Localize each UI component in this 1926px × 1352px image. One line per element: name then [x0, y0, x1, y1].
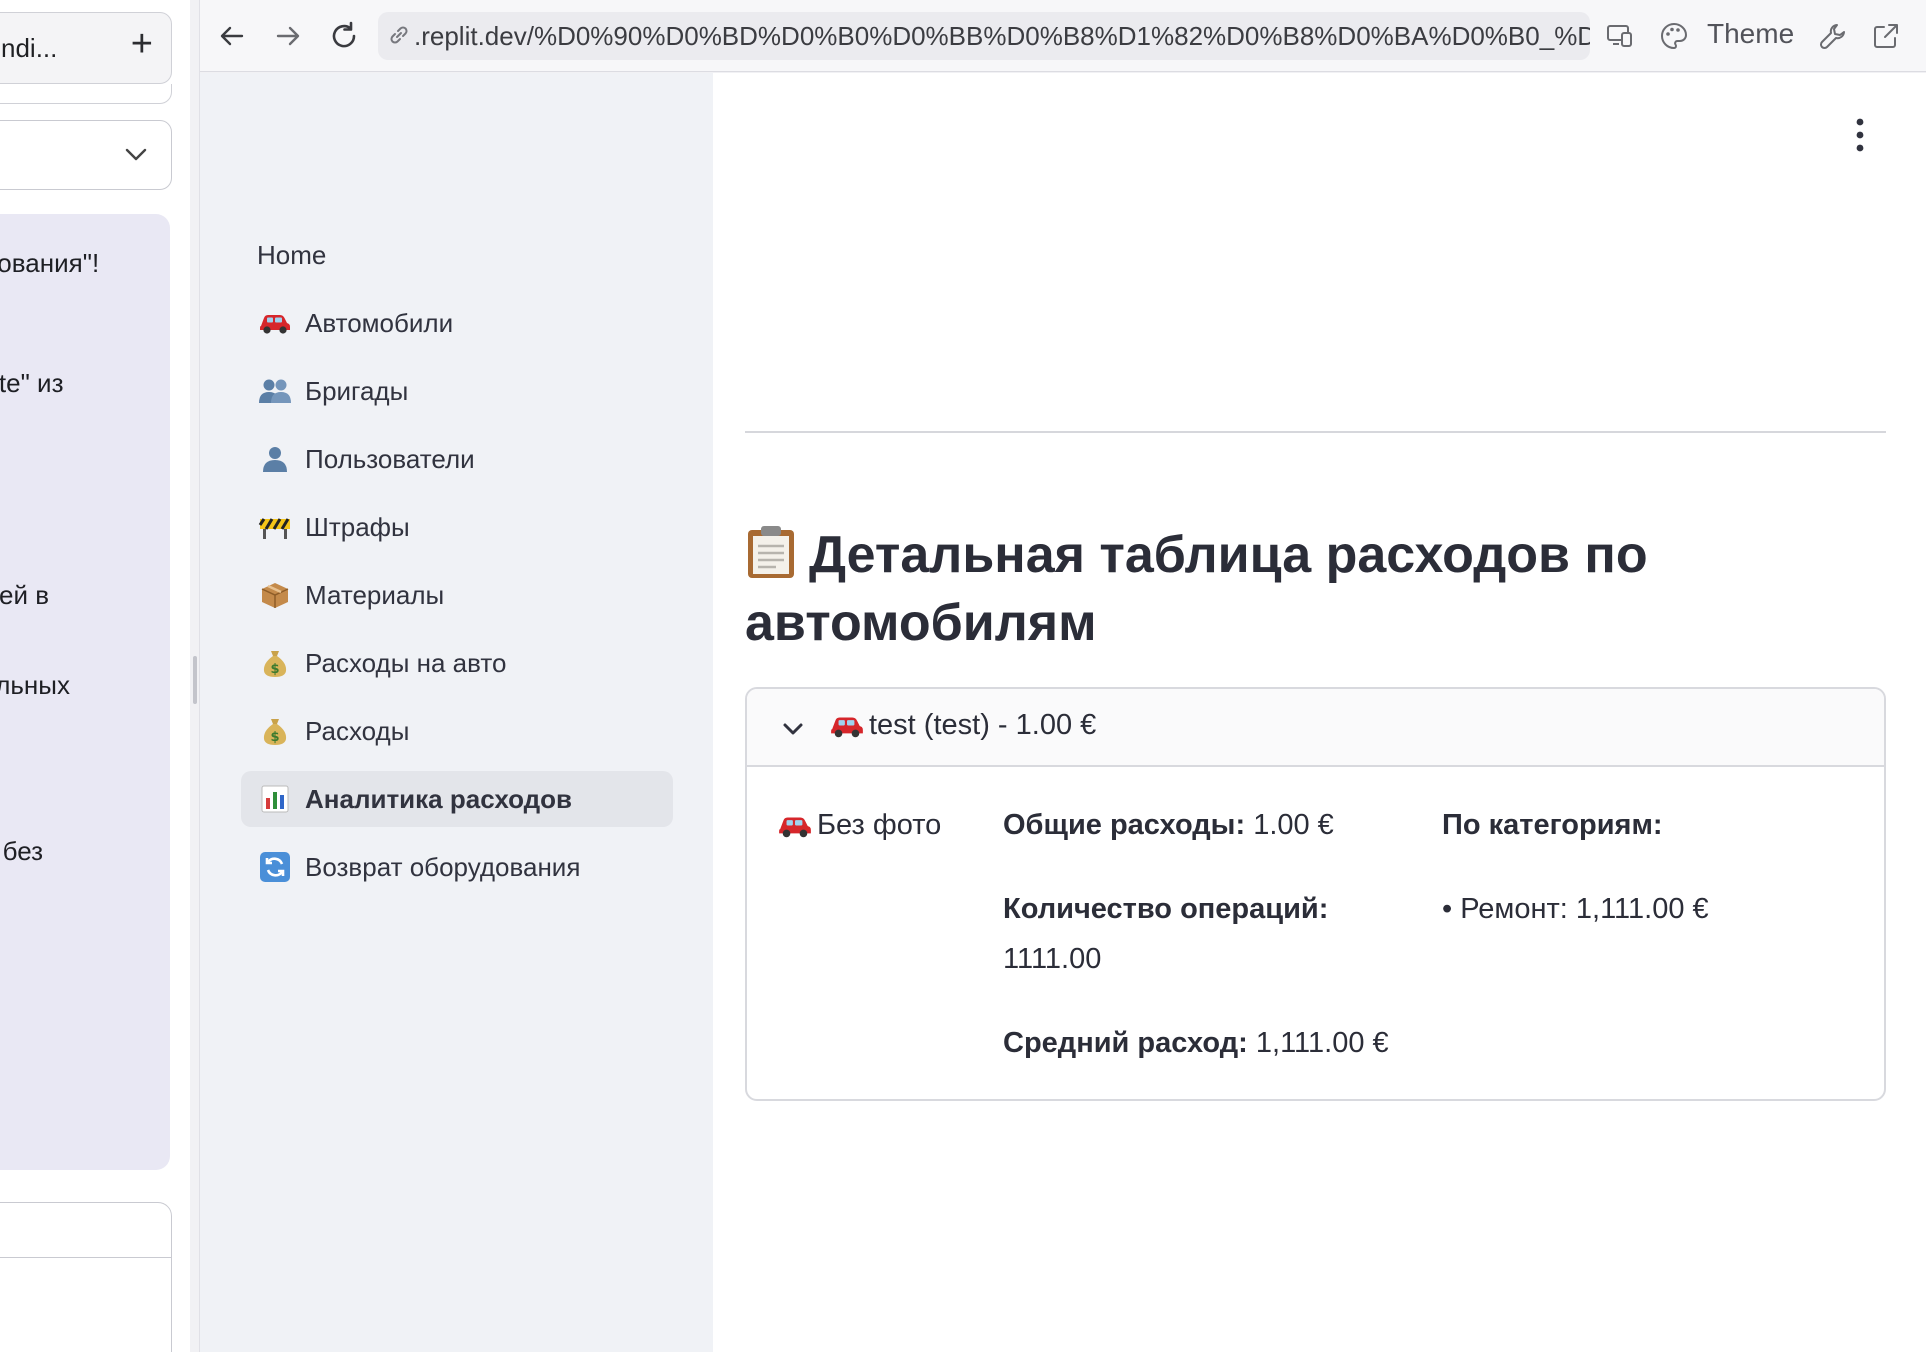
page-title: Детальная таблица расходов по автомобиля… — [745, 521, 1895, 657]
chat-text-line: тельных — [0, 670, 70, 700]
sidebar-item-label: Home — [257, 239, 327, 270]
expander-header[interactable]: test (test) - 1.00 € — [747, 689, 1884, 767]
car-icon — [257, 305, 293, 341]
sidebar-item-users[interactable]: Пользователи — [241, 431, 673, 487]
sidebar-item-equipment-return[interactable]: Возврат оборудования — [241, 839, 673, 895]
main-content: Детальная таблица расходов по автомобиля… — [713, 73, 1926, 1352]
sidebar-item-label: Штрафы — [305, 511, 410, 542]
sidebar-item-cars[interactable]: Автомобили — [241, 295, 673, 351]
url-text: .replit.dev/%D0%90%D0%BD%D0%B0%D0%BB%D0%… — [414, 21, 1590, 51]
agent-pane: ndi... + удования"! date" из олей в тель… — [0, 0, 190, 1352]
theme-palette-button[interactable] — [1654, 16, 1694, 56]
sidebar-item-car-expenses[interactable]: $ Расходы на авто — [241, 635, 673, 691]
divider — [0, 1257, 171, 1258]
operations-count-value: 1111.00 — [1003, 943, 1102, 975]
reload-icon — [332, 21, 356, 48]
user-icon — [257, 441, 293, 477]
average-expense: Средний расход: 1,111.00 € — [1003, 1027, 1389, 1060]
total-expenses: Общие расходы: 1.00 € — [1003, 809, 1334, 842]
arrow-right-icon — [276, 26, 300, 46]
car-icon — [831, 717, 863, 737]
car-expense-expander: test (test) - 1.00 € Без фото Общие расх… — [745, 687, 1886, 1101]
sidebar-item-label: Материалы — [305, 579, 445, 610]
chevron-down-icon — [783, 723, 803, 735]
agent-message: удования"! date" из олей в тельных я ть … — [0, 214, 170, 1170]
chat-tab-label: ndi... — [1, 33, 58, 63]
devtools-button[interactable] — [1813, 16, 1853, 56]
sidebar-item-home[interactable]: Home — [241, 227, 673, 283]
svg-text:$: $ — [270, 730, 279, 745]
chat-text-line: ть без — [0, 836, 44, 866]
car-icon — [779, 817, 811, 837]
forward-button[interactable] — [268, 16, 308, 56]
sidebar-item-expense-analytics[interactable]: Аналитика расходов — [241, 771, 673, 827]
sidebar-item-label: Возврат оборудования — [305, 851, 581, 882]
back-button[interactable] — [212, 16, 252, 56]
chat-text-line: date" из — [0, 368, 64, 398]
divider — [745, 431, 1886, 433]
expander-title-text: test (test) - 1.00 € — [869, 709, 1097, 741]
devices-button[interactable] — [1600, 16, 1640, 56]
chat-text-line: олей в — [0, 580, 50, 610]
operations-count-label: Количество операций: — [1003, 893, 1329, 925]
operations-count-value-row: 1111.00 — [1003, 943, 1101, 976]
sidebar-item-brigades[interactable]: Бригады — [241, 363, 673, 419]
splitter-handle[interactable] — [193, 656, 197, 704]
sidebar-item-materials[interactable]: Материалы — [241, 567, 673, 623]
url-bar[interactable]: .replit.dev/%D0%90%D0%BD%D0%B0%D0%BB%D0%… — [378, 12, 1590, 60]
arrow-left-icon — [220, 26, 244, 46]
chat-text-line: удования"! — [0, 248, 100, 278]
sidebar-item-label: Автомобили — [305, 307, 454, 338]
category-item: • Ремонт: 1,111.00 € — [1442, 893, 1709, 925]
sidebar-item-label: Аналитика расходов — [305, 783, 573, 814]
theme-label[interactable]: Theme — [1707, 18, 1794, 50]
external-link-icon — [1874, 24, 1898, 48]
chevron-down-icon — [125, 148, 147, 161]
pane-splitter[interactable] — [190, 0, 200, 1352]
wrench-icon — [1819, 24, 1845, 50]
barrier-icon — [257, 509, 293, 545]
open-new-tab-button[interactable] — [1866, 16, 1906, 56]
page-title-text: Детальная таблица расходов по автомобиля… — [745, 526, 1648, 652]
people-icon — [257, 373, 293, 409]
agent-dropdown[interactable] — [0, 120, 172, 190]
sidebar-item-label: Расходы на авто — [305, 647, 507, 678]
expander-title: test (test) - 1.00 € — [829, 709, 1096, 742]
svg-text:$: $ — [270, 662, 279, 677]
no-photo-text: Без фото — [817, 809, 942, 841]
money-bag-icon: $ — [257, 713, 293, 749]
box-icon — [257, 577, 293, 613]
reload-button[interactable] — [324, 16, 364, 56]
operations-count-label-row: Количество операций: — [1003, 893, 1328, 926]
sidebar-item-expenses[interactable]: $ Расходы — [241, 703, 673, 759]
categories-label: По категориям: — [1442, 809, 1663, 841]
new-tab-plus-icon[interactable]: + — [131, 25, 153, 63]
total-expenses-label: Общие расходы: — [1003, 809, 1246, 841]
car-photo-placeholder: Без фото — [777, 809, 941, 842]
streamlit-app: Home Автомобили Бригады Пользователи Штр… — [200, 73, 1926, 1352]
average-expense-value: 1,111.00 € — [1255, 1027, 1389, 1059]
chat-tab[interactable]: ndi... + — [0, 12, 172, 84]
refresh-icon — [257, 849, 293, 885]
categories-heading: По категориям: — [1442, 809, 1663, 842]
total-expenses-value: 1.00 € — [1253, 809, 1334, 841]
link-icon — [390, 26, 408, 44]
average-expense-label: Средний расход: — [1003, 1027, 1248, 1059]
bar-chart-icon — [257, 781, 293, 817]
clipboard-icon — [748, 526, 794, 578]
sidebar-item-fines[interactable]: Штрафы — [241, 499, 673, 555]
sidebar-item-label: Пользователи — [305, 443, 475, 474]
money-bag-icon: $ — [257, 645, 293, 681]
sidebar-item-label: Расходы — [305, 715, 410, 746]
browser-toolbar: .replit.dev/%D0%90%D0%BD%D0%B0%D0%BB%D0%… — [200, 0, 1926, 72]
sidebar-item-label: Бригады — [305, 375, 409, 406]
main-menu-kebab-icon[interactable] — [1846, 115, 1874, 155]
devices-icon — [1607, 25, 1632, 47]
tab-panel-edge — [0, 84, 172, 104]
palette-icon — [1661, 22, 1688, 50]
sidebar: Home Автомобили Бригады Пользователи Штр… — [200, 73, 713, 1352]
chat-input[interactable] — [0, 1202, 172, 1352]
